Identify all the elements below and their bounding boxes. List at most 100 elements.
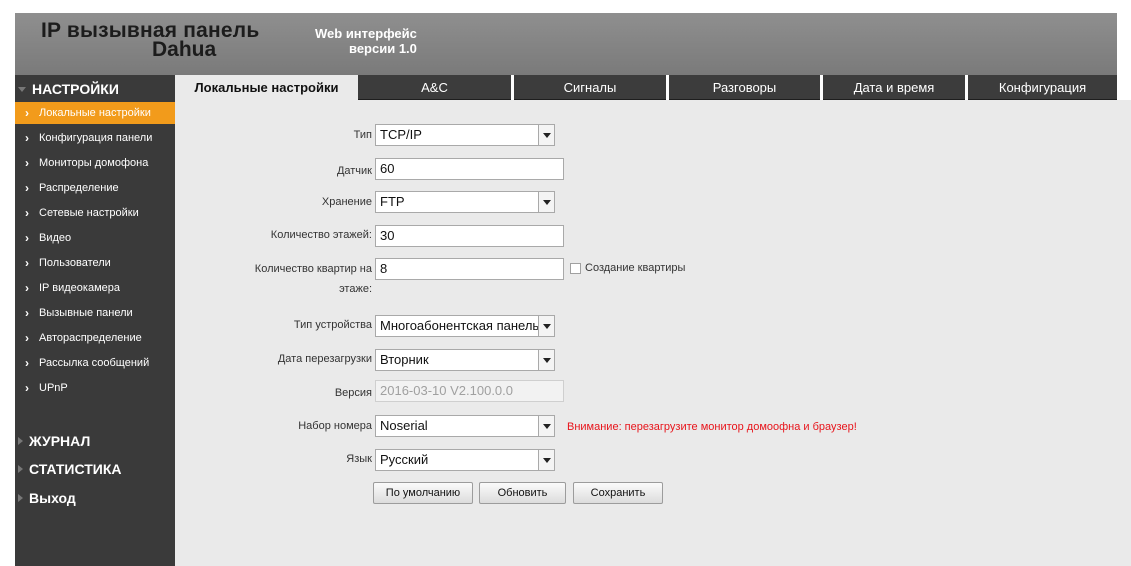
sensor-value: 60	[380, 161, 395, 176]
triangle-down-icon	[18, 86, 26, 92]
sidebar-item-distribution[interactable]: › Распределение	[15, 177, 175, 199]
sidebar-item-label: Автораспределение	[39, 332, 142, 344]
tab-label: A&C	[421, 79, 448, 95]
reboot-date-label: Дата перезагрузки	[277, 353, 372, 365]
version-label: Версия	[334, 387, 372, 399]
sidebar-item-label: Конфигурация панели	[39, 132, 153, 144]
device-type-label: Тип устройства	[293, 319, 372, 331]
device-type-value: Многоабонентская панель	[380, 318, 540, 333]
sidebar-item-video[interactable]: › Видео	[15, 227, 175, 249]
app-header: IP вызывная панель Dahua Web интерфейс в…	[15, 13, 1117, 75]
sidebar-section-label: СТАТИСТИКА	[29, 461, 122, 477]
chevron-right-icon: ›	[25, 256, 29, 270]
device-type-select[interactable]: Многоабонентская панель	[375, 315, 555, 337]
sidebar-section-label: НАСТРОЙКИ	[32, 81, 119, 97]
apartments-value: 8	[380, 261, 388, 276]
tab-configuration[interactable]: Конфигурация	[968, 75, 1117, 100]
dropdown-arrow-icon	[538, 450, 554, 470]
storage-value: FTP	[380, 194, 405, 209]
dropdown-arrow-icon	[538, 192, 554, 212]
app-version-subtitle: версии 1.0	[349, 41, 417, 56]
apartments-input[interactable]: 8	[375, 258, 564, 280]
tab-date-time[interactable]: Дата и время	[823, 75, 965, 100]
dial-mode-value: Noserial	[380, 418, 428, 433]
create-apartment-label: Создание квартиры	[585, 262, 686, 274]
sidebar-item-local-settings[interactable]: › Локальные настройки	[15, 102, 175, 124]
default-button[interactable]: По умолчанию	[373, 482, 473, 504]
storage-select[interactable]: FTP	[375, 191, 555, 213]
dial-mode-label: Набор номера	[298, 420, 372, 432]
type-select[interactable]: TCP/IP	[375, 124, 555, 146]
chevron-right-icon: ›	[25, 206, 29, 220]
sidebar-section-label: Выход	[29, 490, 76, 506]
app-subtitle: Web интерфейс	[315, 26, 417, 41]
tab-label: Дата и время	[853, 79, 935, 95]
chevron-right-icon: ›	[25, 331, 29, 345]
floors-label: Количество этажей:	[270, 229, 372, 241]
tab-calls[interactable]: Разговоры	[669, 75, 820, 100]
sidebar-item-label: Видео	[39, 232, 72, 244]
language-label: Язык	[346, 453, 372, 465]
default-button-label: По умолчанию	[385, 487, 461, 499]
dial-mode-select[interactable]: Noserial	[375, 415, 555, 437]
create-apartment-checkbox[interactable]	[570, 263, 581, 274]
tab-label: Сигналы	[563, 79, 617, 95]
version-field: 2016-03-10 V2.100.0.0	[375, 380, 564, 402]
sidebar-item-label: Сетевые настройки	[39, 207, 139, 219]
main-panel: Локальные настройки A&C Сигналы Разговор…	[175, 75, 1131, 566]
language-select[interactable]: Русский	[375, 449, 555, 471]
sidebar-item-label: IP видеокамера	[39, 282, 120, 294]
tab-signals[interactable]: Сигналы	[514, 75, 666, 100]
sidebar-item-panel-config[interactable]: › Конфигурация панели	[15, 127, 175, 149]
tab-label: Разговоры	[712, 79, 777, 95]
sidebar-item-call-panels[interactable]: › Вызывные панели	[15, 302, 175, 324]
triangle-right-icon	[18, 465, 23, 473]
tab-ac[interactable]: A&C	[358, 75, 511, 100]
sidebar-item-network[interactable]: › Сетевые настройки	[15, 202, 175, 224]
sidebar-item-ip-camera[interactable]: › IP видеокамера	[15, 277, 175, 299]
refresh-button[interactable]: Обновить	[479, 482, 566, 504]
triangle-right-icon	[18, 494, 23, 502]
sidebar-item-label: Локальные настройки	[39, 107, 151, 119]
apartments-label: Количество квартир на	[254, 263, 372, 275]
dropdown-arrow-icon	[538, 416, 554, 436]
floors-value: 30	[380, 228, 395, 243]
reboot-date-select[interactable]: Вторник	[375, 349, 555, 371]
floors-input[interactable]: 30	[375, 225, 564, 247]
type-label: Тип	[353, 129, 372, 141]
chevron-right-icon: ›	[25, 156, 29, 170]
chevron-right-icon: ›	[25, 181, 29, 195]
sidebar-item-label: Рассылка сообщений	[39, 357, 150, 369]
tab-label: Конфигурация	[998, 79, 1087, 95]
sidebar-item-auto-distribution[interactable]: › Автораспределение	[15, 327, 175, 349]
app-title: IP вызывная панель	[41, 19, 260, 42]
type-value: TCP/IP	[380, 127, 422, 142]
sidebar-section-settings[interactable]: НАСТРОЙКИ	[15, 77, 175, 101]
save-button[interactable]: Сохранить	[573, 482, 663, 504]
sidebar-section-journal[interactable]: ЖУРНАЛ	[15, 429, 175, 453]
sidebar-item-upnp[interactable]: › UPnP	[15, 377, 175, 399]
sidebar-item-monitors[interactable]: › Мониторы домофона	[15, 152, 175, 174]
app-brand: Dahua	[152, 38, 217, 61]
apartments-label-cont: этаже:	[339, 283, 372, 295]
sidebar-item-messaging[interactable]: › Рассылка сообщений	[15, 352, 175, 374]
sidebar-item-users[interactable]: › Пользователи	[15, 252, 175, 274]
sensor-input[interactable]: 60	[375, 158, 564, 180]
dropdown-arrow-icon	[538, 125, 554, 145]
chevron-right-icon: ›	[25, 131, 29, 145]
sidebar-item-label: Вызывные панели	[39, 307, 133, 319]
chevron-right-icon: ›	[25, 356, 29, 370]
sidebar-section-label: ЖУРНАЛ	[29, 433, 91, 449]
sidebar-section-statistics[interactable]: СТАТИСТИКА	[15, 457, 175, 481]
triangle-right-icon	[18, 437, 23, 445]
chevron-right-icon: ›	[25, 281, 29, 295]
sidebar-item-label: UPnP	[39, 382, 68, 394]
refresh-button-label: Обновить	[497, 487, 548, 499]
sidebar-item-label: Распределение	[39, 182, 119, 194]
reboot-warning: Внимание: перезагрузите монитор домоофна…	[567, 421, 857, 433]
form-labels: Тип Датчик Хранение Количество этажей: К…	[175, 75, 372, 566]
language-value: Русский	[380, 452, 429, 467]
dropdown-arrow-icon	[538, 350, 554, 370]
save-button-label: Сохранить	[590, 487, 646, 499]
sidebar-section-logout[interactable]: Выход	[15, 486, 175, 510]
